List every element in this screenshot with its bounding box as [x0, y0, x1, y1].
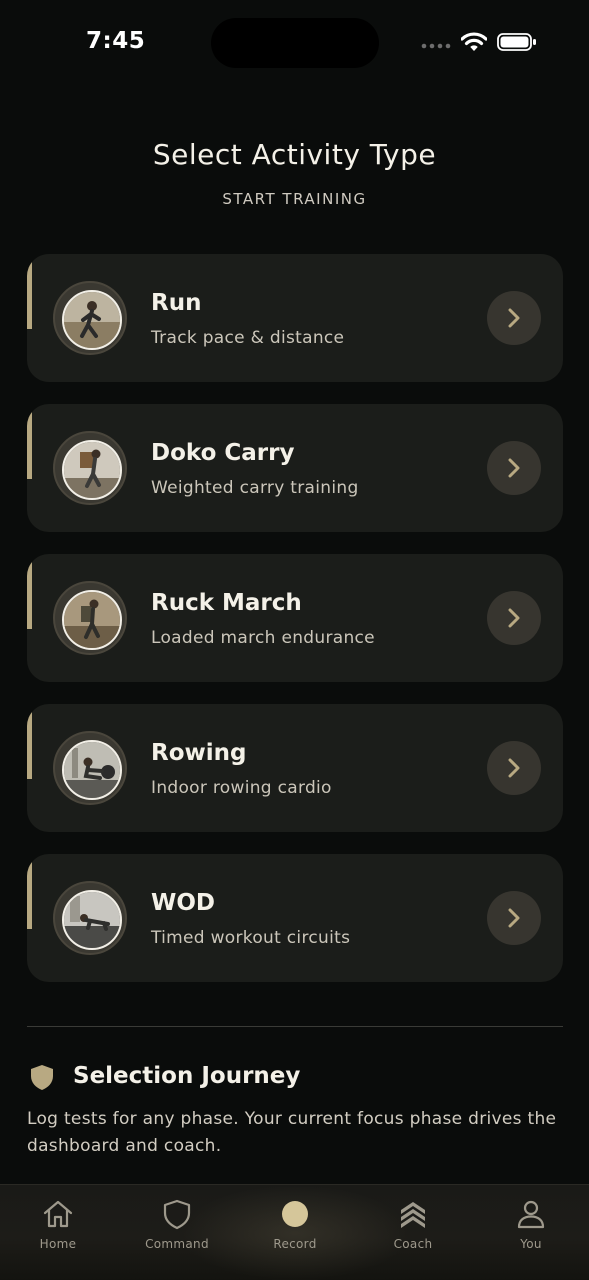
chevron-right-icon	[508, 458, 520, 478]
card-accent-bar	[27, 554, 32, 629]
card-accent-bar	[27, 854, 32, 929]
tab-label: Coach	[393, 1237, 433, 1251]
home-icon	[43, 1200, 73, 1228]
user-icon	[517, 1200, 545, 1229]
activity-description: Track pace & distance	[151, 328, 345, 348]
battery-icon	[497, 32, 537, 56]
journey-title: Selection Journey	[73, 1063, 301, 1089]
chevron-right-icon	[508, 758, 520, 778]
ruck-march-photo	[64, 592, 120, 648]
chevron-right-icon	[508, 908, 520, 928]
chevron-right-button[interactable]	[487, 591, 541, 645]
activity-avatar	[53, 431, 127, 505]
activity-description: Timed workout circuits	[151, 928, 351, 948]
activity-card-rowing[interactable]: Rowing Indoor rowing cardio	[27, 704, 563, 832]
activity-card-run[interactable]: Run Track pace & distance	[27, 254, 563, 382]
chevron-right-button[interactable]	[487, 891, 541, 945]
activity-description: Indoor rowing cardio	[151, 778, 332, 798]
tab-you[interactable]: You	[491, 1197, 571, 1251]
activity-avatar	[53, 281, 127, 355]
page-title: Select Activity Type	[152, 138, 437, 171]
rowing-photo	[64, 742, 120, 798]
page-subtitle: START TRAINING	[222, 190, 367, 208]
tab-bar: Home Command Record Coach You	[0, 1184, 589, 1280]
status-time: 7:45	[86, 28, 146, 54]
section-divider	[27, 1026, 563, 1027]
signal-icon	[421, 35, 451, 54]
status-bar: 7:45	[0, 0, 589, 90]
activity-title: Run	[151, 290, 202, 316]
tab-record[interactable]: Record	[255, 1197, 335, 1251]
wod-photo	[64, 892, 120, 948]
activity-avatar	[53, 581, 127, 655]
activity-avatar	[53, 881, 127, 955]
activity-card-ruck-march[interactable]: Ruck March Loaded march endurance	[27, 554, 563, 682]
tab-label: Home	[39, 1237, 77, 1251]
tab-label: Record	[273, 1237, 317, 1251]
shield-icon	[163, 1199, 191, 1230]
activity-select-screen: 7:45 Select Activity Type START TRAINING…	[0, 0, 589, 1280]
chevron-right-icon	[508, 608, 520, 628]
shield-icon	[28, 1063, 56, 1095]
chevron-right-button[interactable]	[487, 741, 541, 795]
activity-list: Run Track pace & distance Doko Carry Wei…	[27, 254, 563, 1004]
status-icons	[421, 32, 537, 56]
doko-carry-photo	[64, 442, 120, 498]
runner-photo	[64, 292, 120, 348]
tab-home[interactable]: Home	[18, 1197, 98, 1251]
activity-description: Loaded march endurance	[151, 628, 375, 648]
card-accent-bar	[27, 254, 32, 329]
activity-card-doko-carry[interactable]: Doko Carry Weighted carry training	[27, 404, 563, 532]
activity-title: Rowing	[151, 740, 247, 766]
chevron-right-icon	[508, 308, 520, 328]
activity-title: Ruck March	[151, 590, 302, 616]
activity-card-wod[interactable]: WOD Timed workout circuits	[27, 854, 563, 982]
activity-description: Weighted carry training	[151, 478, 359, 498]
dynamic-island	[211, 18, 379, 68]
activity-title: Doko Carry	[151, 440, 295, 466]
tab-label: You	[520, 1237, 542, 1251]
journey-text: Log tests for any phase. Your current fo…	[27, 1109, 557, 1156]
tab-coach[interactable]: Coach	[373, 1197, 453, 1251]
activity-avatar	[53, 731, 127, 805]
wifi-icon	[460, 32, 488, 56]
chevrons-up-icon	[401, 1202, 425, 1228]
chevron-right-button[interactable]	[487, 291, 541, 345]
record-icon	[282, 1201, 308, 1227]
card-accent-bar	[27, 704, 32, 779]
card-accent-bar	[27, 404, 32, 479]
activity-title: WOD	[151, 890, 216, 916]
tab-command[interactable]: Command	[137, 1197, 217, 1251]
tab-label: Command	[145, 1237, 209, 1251]
chevron-right-button[interactable]	[487, 441, 541, 495]
